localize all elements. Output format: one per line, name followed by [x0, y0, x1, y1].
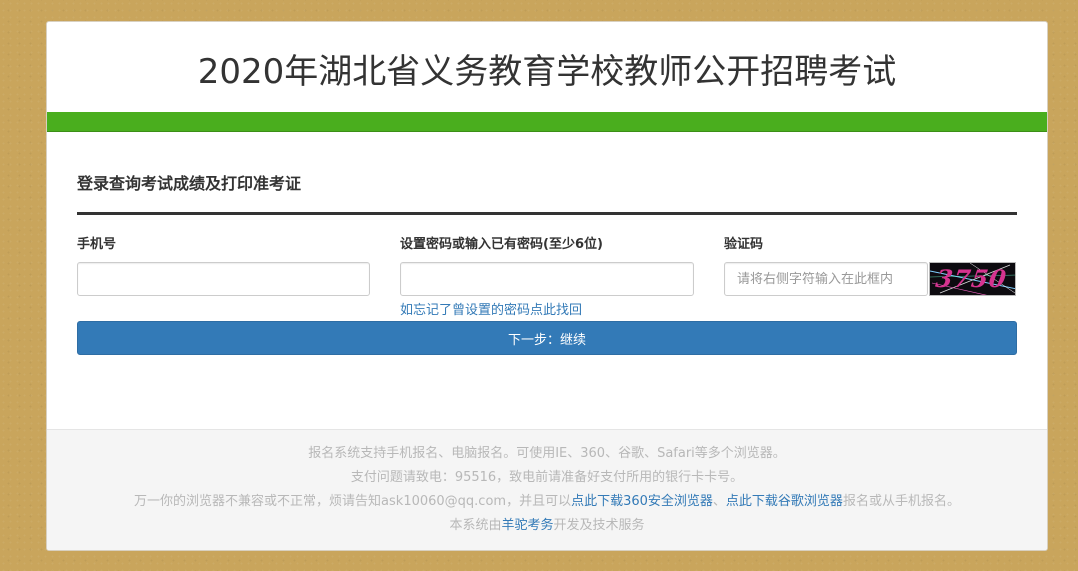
- download-360-link[interactable]: 点此下载360安全浏览器: [571, 494, 713, 509]
- captcha-wrap: 3750: [724, 262, 1017, 296]
- footer-credit-suffix: 开发及技术服务: [553, 518, 645, 533]
- password-label: 设置密码或输入已有密码(至少6位): [400, 237, 603, 252]
- captcha-input[interactable]: [724, 262, 928, 296]
- main-card: 2020年湖北省义务教育学校教师公开招聘考试 登录查询考试成绩及打印准考证 手机…: [46, 21, 1048, 551]
- section-title: 登录查询考试成绩及打印准考证: [77, 170, 1017, 215]
- phone-label: 手机号: [77, 237, 117, 252]
- captcha-text: 3750: [933, 264, 1009, 293]
- form-fields-row: 手机号 设置密码或输入已有密码(至少6位) 如忘记了曾设置的密码点此找回 验证码: [77, 237, 1017, 329]
- header: 2020年湖北省义务教育学校教师公开招聘考试: [47, 22, 1047, 112]
- developer-link[interactable]: 羊驼考务: [501, 518, 553, 533]
- footer-credit-prefix: 本系统由: [449, 518, 502, 533]
- download-chrome-link[interactable]: 点此下载谷歌浏览器: [726, 494, 843, 509]
- footer-compat-sep: 、: [712, 494, 726, 509]
- footer-compat-suffix: 报名或从手机报名。: [842, 494, 960, 509]
- page-title: 2020年湖北省义务教育学校教师公开招聘考试: [197, 52, 897, 92]
- footer-line-payment: 支付问题请致电：95516，致电前请准备好支付所用的银行卡卡号。: [350, 470, 744, 485]
- forgot-password-link[interactable]: 如忘记了曾设置的密码点此找回: [400, 299, 582, 318]
- phone-group: 手机号: [77, 237, 370, 296]
- login-form: 登录查询考试成绩及打印准考证 手机号 设置密码或输入已有密码(至少6位) 如忘记…: [47, 170, 1047, 355]
- captcha-label: 验证码: [724, 237, 764, 252]
- captcha-group: 验证码 3750: [724, 237, 1017, 296]
- footer-line-browsers: 报名系统支持手机报名、电脑报名。可使用IE、360、谷歌、Safari等多个浏览…: [308, 446, 786, 461]
- footer-line-compat: 万一你的浏览器不兼容或不正常，烦请告知ask10060@qq.com，并且可以点…: [47, 490, 1047, 514]
- footer-line-credits: 本系统由羊驼考务开发及技术服务: [47, 514, 1047, 538]
- footer-compat-prefix: 万一你的浏览器不兼容或不正常，烦请告知ask10060@qq.com，并且可以: [134, 494, 572, 509]
- captcha-image[interactable]: 3750: [929, 262, 1016, 296]
- green-divider-bar: [47, 112, 1047, 132]
- password-input[interactable]: [400, 262, 694, 296]
- phone-input[interactable]: [77, 262, 370, 296]
- footer: 报名系统支持手机报名、电脑报名。可使用IE、360、谷歌、Safari等多个浏览…: [47, 429, 1047, 550]
- password-group: 设置密码或输入已有密码(至少6位) 如忘记了曾设置的密码点此找回: [400, 237, 694, 318]
